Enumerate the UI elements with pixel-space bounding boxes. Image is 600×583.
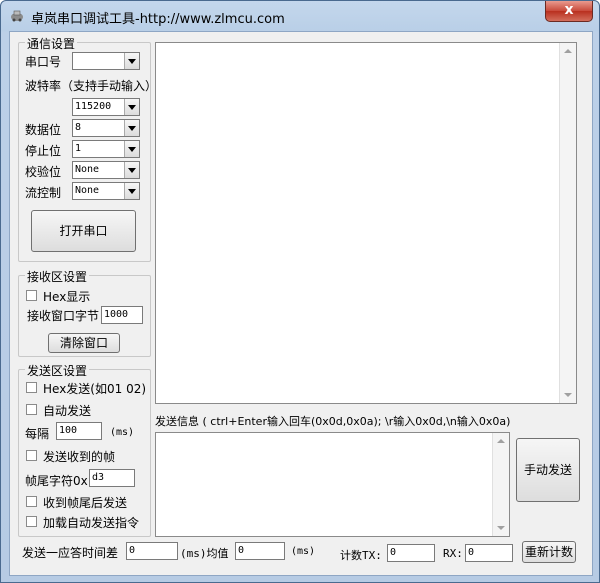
hex-send-checkbox[interactable]	[26, 382, 37, 393]
title-bar[interactable]: 卓岚串口调试工具-http://www.zlmcu.com x	[1, 1, 599, 31]
send-settings-legend: 发送区设置	[25, 362, 90, 379]
hex-display-label: Hex显示	[43, 290, 91, 304]
flow-label: 流控制	[25, 186, 62, 200]
send-after-tail-checkbox[interactable]	[26, 496, 37, 507]
tx-count-input: 0	[387, 544, 435, 562]
send-info-label: 发送信息 ( ctrl+Enter输入回车(0x0d,0x0a); \r输入0x…	[155, 415, 511, 428]
frame-tail-input[interactable]: d3	[89, 469, 135, 487]
load-commands-label: 加载自动发送指令	[43, 516, 140, 530]
send-received-checkbox[interactable]	[26, 450, 37, 461]
average-label: (ms)均值	[180, 547, 229, 560]
close-button[interactable]: x	[545, 1, 593, 22]
interval-label: 每隔	[25, 427, 50, 441]
chevron-down-icon[interactable]	[124, 99, 139, 115]
tx-count-label: 计数TX:	[340, 549, 382, 562]
clear-window-button[interactable]: 清除窗口	[48, 333, 120, 353]
app-window: 卓岚串口调试工具-http://www.zlmcu.com x 通信设置 串口号…	[0, 0, 600, 583]
receive-bytes-input[interactable]: 1000	[101, 306, 143, 324]
open-port-button[interactable]: 打开串口	[31, 210, 136, 252]
receive-bytes-label: 接收窗口字节	[27, 309, 100, 323]
window-title: 卓岚串口调试工具-http://www.zlmcu.com	[31, 12, 285, 27]
chevron-down-icon[interactable]	[124, 53, 139, 69]
average-input: 0	[235, 542, 285, 560]
scroll-up-icon[interactable]	[497, 439, 505, 443]
send-textarea[interactable]	[155, 432, 510, 537]
average-unit: (ms)	[291, 546, 316, 557]
receive-settings-legend: 接收区设置	[25, 268, 90, 285]
comm-settings-group: 通信设置 串口号 波特率（支持手动输入） 115200 数据位 8 停止位 1 …	[18, 35, 157, 262]
databits-label: 数据位	[25, 123, 62, 137]
chevron-down-icon[interactable]	[124, 141, 139, 157]
reset-count-button[interactable]: 重新计数	[522, 541, 576, 563]
response-time-label: 发送一应答时间差	[22, 546, 119, 560]
send-received-label: 发送收到的帧	[43, 450, 116, 464]
rx-count-input: 0	[465, 544, 513, 562]
interval-unit: (ms)	[110, 427, 135, 438]
client-area: 通信设置 串口号 波特率（支持手动输入） 115200 数据位 8 停止位 1 …	[9, 31, 593, 576]
send-scrollbar[interactable]	[492, 433, 509, 536]
hex-send-label: Hex发送(如01 02)	[43, 382, 147, 396]
receive-settings-group: 接收区设置 Hex显示 接收窗口字节 1000 清除窗口	[18, 268, 151, 357]
parity-select[interactable]: None	[72, 161, 140, 179]
receive-textarea[interactable]	[155, 42, 577, 404]
baud-select[interactable]: 115200	[72, 98, 140, 116]
frame-tail-label: 帧尾字符0x	[25, 474, 88, 488]
chevron-down-icon[interactable]	[124, 162, 139, 178]
scroll-down-icon[interactable]	[564, 393, 572, 397]
flow-select[interactable]: None	[72, 182, 140, 200]
hex-display-checkbox[interactable]	[26, 290, 37, 301]
rx-count-label: RX:	[443, 547, 463, 560]
interval-input[interactable]: 100	[56, 422, 102, 440]
scroll-down-icon[interactable]	[497, 526, 505, 530]
stopbits-select[interactable]: 1	[72, 140, 140, 158]
receive-scrollbar[interactable]	[559, 43, 576, 403]
scroll-up-icon[interactable]	[564, 49, 572, 53]
send-after-tail-label: 收到帧尾后发送	[43, 496, 128, 510]
load-commands-checkbox[interactable]	[26, 516, 37, 527]
response-time-input: 0	[126, 542, 178, 560]
port-select[interactable]	[72, 52, 140, 70]
chevron-down-icon[interactable]	[124, 120, 139, 136]
parity-label: 校验位	[25, 165, 62, 179]
app-icon	[11, 10, 23, 22]
auto-send-checkbox[interactable]	[26, 404, 37, 415]
chevron-down-icon[interactable]	[124, 183, 139, 199]
databits-select[interactable]: 8	[72, 119, 140, 137]
port-label: 串口号	[25, 55, 62, 69]
stopbits-label: 停止位	[25, 144, 62, 158]
send-settings-group: 发送区设置 Hex发送(如01 02) 自动发送 每隔 100 (ms) 发送收…	[18, 362, 151, 537]
manual-send-button[interactable]: 手动发送	[516, 438, 580, 502]
auto-send-label: 自动发送	[43, 404, 92, 418]
comm-settings-legend: 通信设置	[25, 35, 78, 52]
baud-label: 波特率（支持手动输入）	[25, 79, 158, 93]
